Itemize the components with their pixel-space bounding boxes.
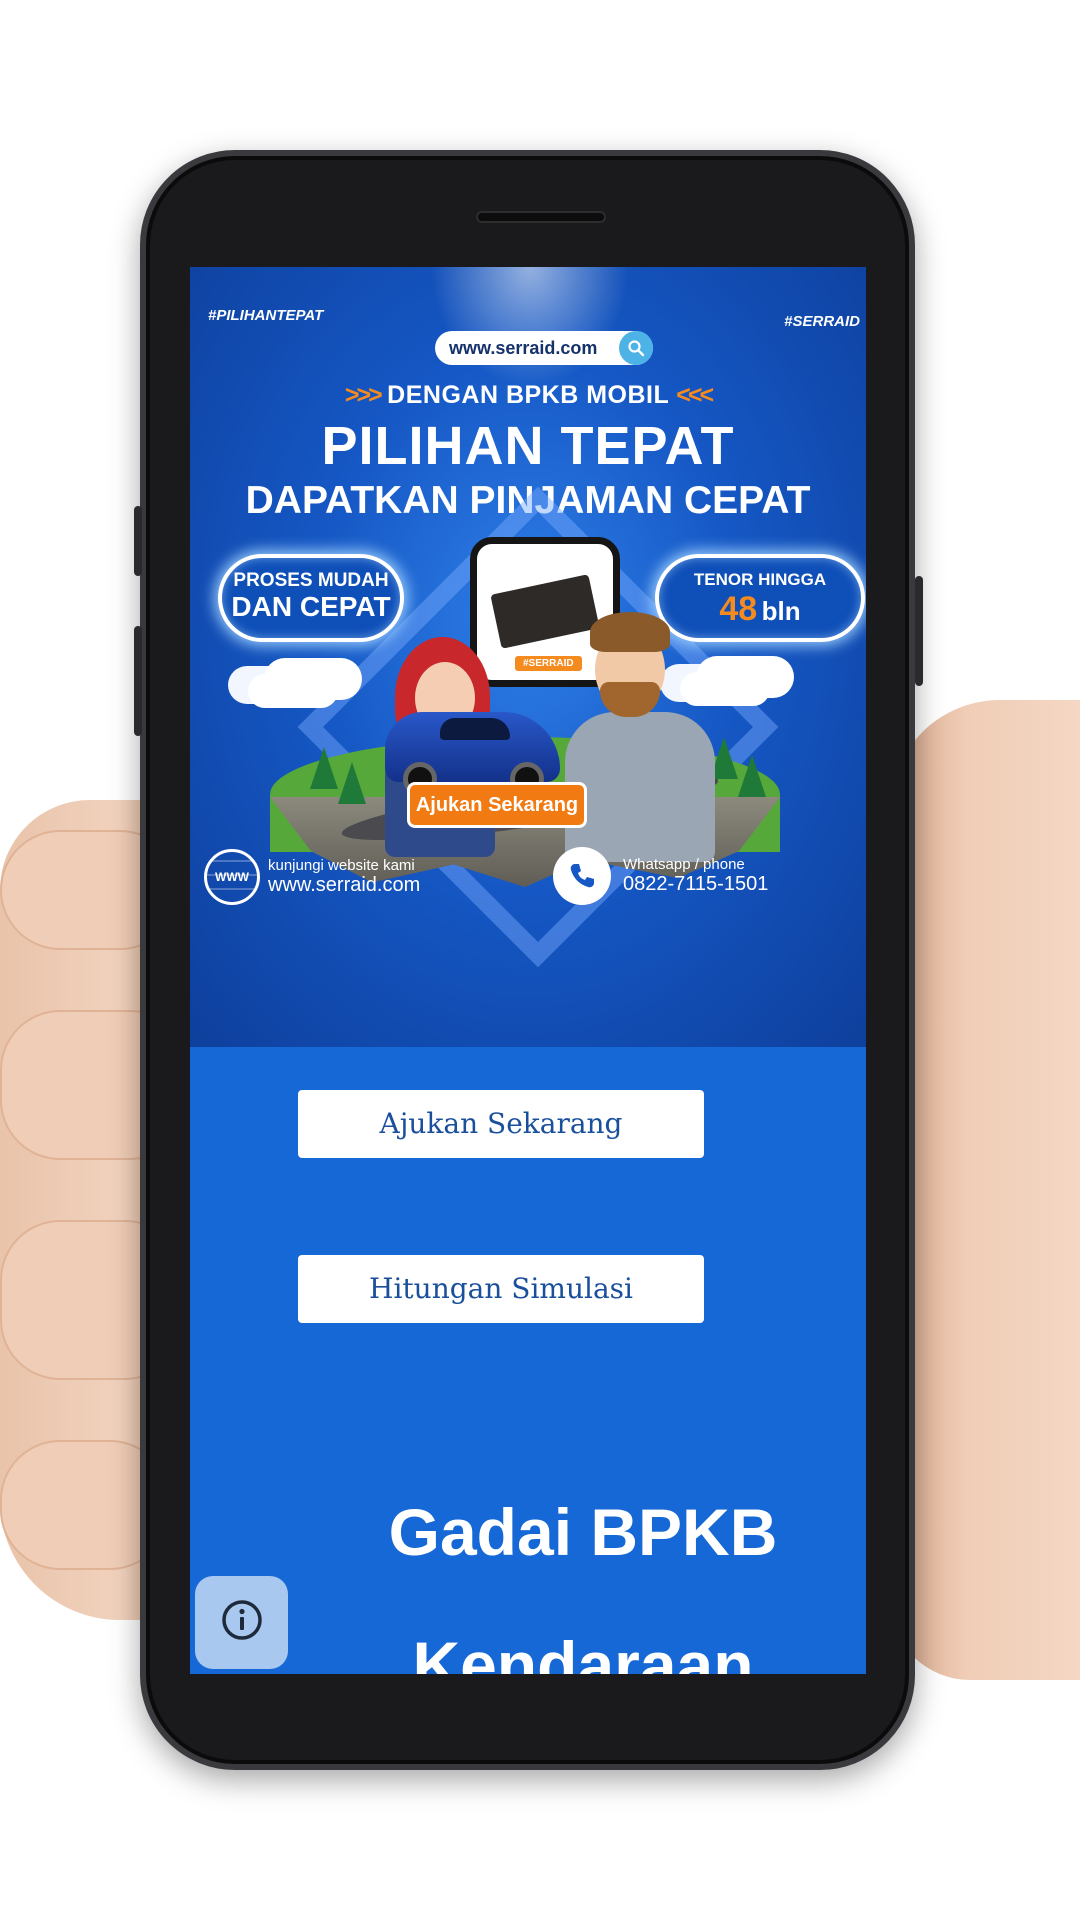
tenor-number: 48 xyxy=(719,590,758,628)
tree-illustration xyxy=(338,762,366,804)
banner-subhead-text: DENGAN BPKB MOBIL xyxy=(387,381,669,409)
cloud-illustration xyxy=(680,672,770,706)
cloud-illustration xyxy=(248,674,338,708)
tree-illustration xyxy=(738,755,766,797)
feature-pill-process: PROSES MUDAH DAN CEPAT xyxy=(218,554,404,642)
contact-caption: Whatsapp / phone xyxy=(623,856,745,873)
phone-side-button xyxy=(134,506,142,576)
car-window xyxy=(440,718,510,740)
tenor-unit: bln xyxy=(761,596,801,626)
man-illustration-body xyxy=(565,712,715,862)
car-illustration xyxy=(385,712,560,796)
page-title-line2: Kendaraan xyxy=(412,1628,754,1674)
phone-side-button xyxy=(134,626,142,736)
banner-website-info: WWW kunjungi website kami www.serraid.co… xyxy=(204,849,420,905)
website-url: www.serraid.com xyxy=(268,874,421,896)
phone-side-button xyxy=(915,576,923,686)
info-button[interactable] xyxy=(195,1576,288,1669)
contact-number: 0822-7115-1501 xyxy=(623,873,769,895)
promo-banner[interactable]: #PILIHANTEPAT #SERRAID www.serraid.com >… xyxy=(190,267,866,1047)
search-icon xyxy=(619,331,653,365)
chevrons-right-icon: >>> xyxy=(344,381,383,409)
man-illustration-hair xyxy=(590,612,670,652)
hashtag-right: #SERRAID xyxy=(784,313,860,330)
illustration-tag: #SERRAID xyxy=(515,656,582,671)
globe-icon: WWW xyxy=(204,849,260,905)
banner-subhead: >>> DENGAN BPKB MOBIL <<< xyxy=(190,381,866,410)
globe-label: WWW xyxy=(215,870,249,884)
illustration-bpkb-card xyxy=(490,574,600,649)
hand-right xyxy=(890,700,1080,1680)
ajukan-sekarang-button[interactable]: Ajukan Sekarang xyxy=(298,1090,704,1158)
info-icon xyxy=(220,1598,264,1647)
phone-speaker xyxy=(476,211,606,223)
feature-pill-line1: TENOR HINGGA xyxy=(693,570,827,589)
banner-cta-button[interactable]: Ajukan Sekarang xyxy=(407,782,587,828)
feature-pill-line1: PROSES MUDAH xyxy=(233,570,389,591)
banner-url-pill: www.serraid.com xyxy=(435,331,653,365)
banner-url-text: www.serraid.com xyxy=(449,337,598,358)
phone-icon xyxy=(553,847,611,905)
banner-headline: PILIHAN TEPAT xyxy=(321,416,735,476)
feature-pill-line2: DAN CEPAT xyxy=(231,591,391,622)
website-caption: kunjungi website kami xyxy=(268,857,415,874)
page-title-line1: Gadai BPKB xyxy=(388,1495,778,1569)
hashtag-left: #PILIHANTEPAT xyxy=(208,307,324,324)
hitungan-simulasi-button[interactable]: Hitungan Simulasi xyxy=(298,1255,704,1323)
banner-contact-info: Whatsapp / phone 0822-7115-1501 xyxy=(553,847,768,905)
light-beam xyxy=(430,267,630,387)
feature-pill-tenor: TENOR HINGGA 48 bln xyxy=(655,554,865,642)
chevrons-left-icon: <<< xyxy=(676,381,714,409)
phone-screen: #PILIHANTEPAT #SERRAID www.serraid.com >… xyxy=(190,267,866,1674)
tree-illustration xyxy=(310,747,338,789)
